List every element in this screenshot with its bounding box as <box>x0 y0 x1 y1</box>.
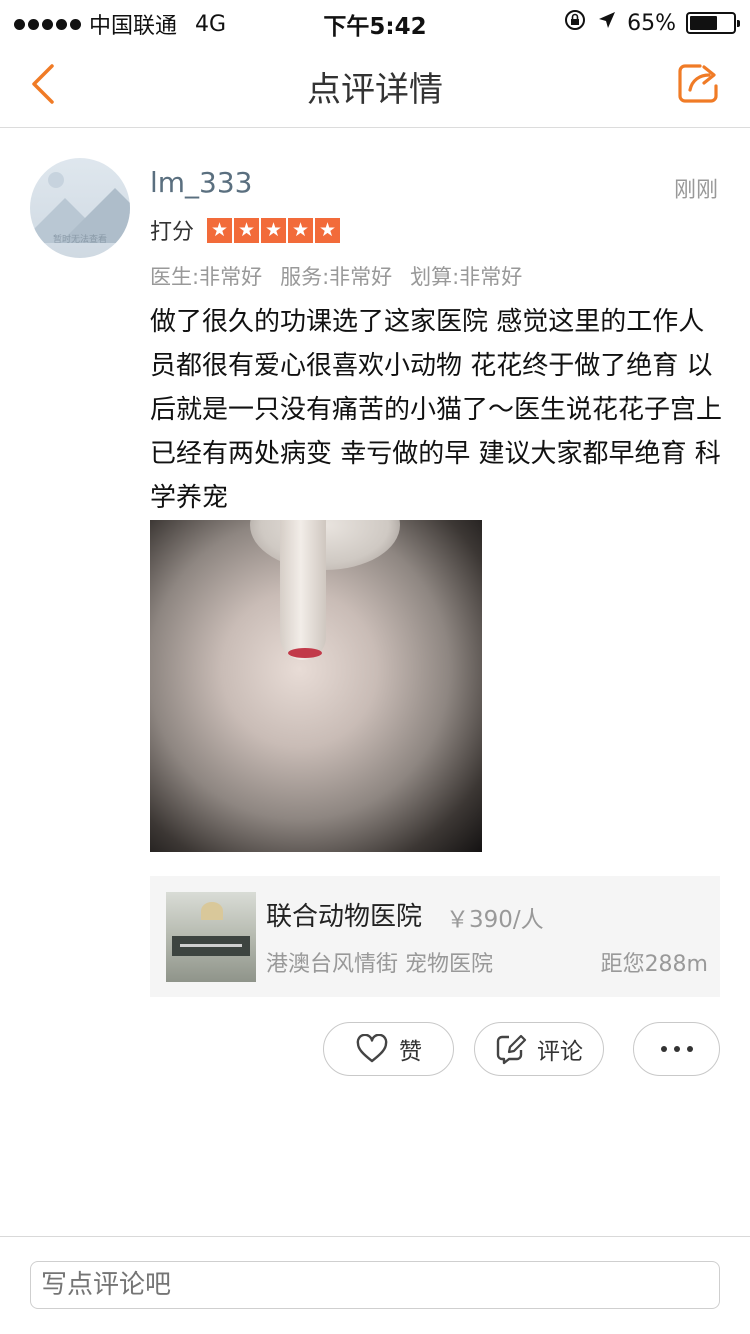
star-icon: ★ <box>288 218 313 243</box>
battery-percent: 65% <box>627 10 676 36</box>
star-rating: ★ ★ ★ ★ ★ <box>207 218 340 243</box>
hospital-area: 港澳台风情街 宠物医院 <box>266 952 493 977</box>
comment-button[interactable]: 评论 <box>474 1022 604 1076</box>
star-icon: ★ <box>261 218 286 243</box>
page-title: 点评详情 <box>307 70 443 110</box>
score-label: 打分 <box>150 220 195 245</box>
rating-doctor: 医生:非常好 <box>150 265 263 289</box>
more-button[interactable] <box>633 1022 720 1076</box>
battery-icon <box>686 12 740 34</box>
avatar[interactable]: 暂时无法查看 <box>30 158 130 258</box>
hospital-distance: 距您288m <box>600 952 708 977</box>
share-icon <box>678 64 718 103</box>
username[interactable]: lm_333 <box>150 166 253 199</box>
comment-label: 评论 <box>537 1039 583 1065</box>
hospital-price: ￥390/人 <box>446 907 544 933</box>
review-content: 做了很久的功课选了这家医院 感觉这里的工作人员都很有爱心很喜欢小动物 花花终于做… <box>150 307 723 513</box>
comment-input[interactable] <box>30 1261 720 1309</box>
sub-ratings: 医生:非常好 服务:非常好 划算:非常好 <box>150 261 522 291</box>
like-button[interactable]: 赞 <box>323 1022 454 1076</box>
hospital-card[interactable]: 联合动物医院 ￥390/人 港澳台风情街 宠物医院 距您288m <box>150 876 720 997</box>
like-label: 赞 <box>399 1039 422 1065</box>
rating-service: 服务:非常好 <box>280 265 393 289</box>
comment-bar <box>0 1236 750 1334</box>
rating-value: 划算:非常好 <box>410 265 523 289</box>
edit-comment-icon <box>496 1034 527 1065</box>
hospital-name: 联合动物医院 <box>266 902 423 932</box>
rotation-lock-icon <box>563 8 587 38</box>
review-photo[interactable] <box>150 520 482 852</box>
hospital-thumbnail <box>166 892 256 982</box>
more-icon <box>660 1046 693 1052</box>
star-icon: ★ <box>207 218 232 243</box>
share-button[interactable] <box>676 58 722 106</box>
location-arrow-icon <box>597 10 617 36</box>
heart-icon <box>356 1034 388 1063</box>
nav-bar: 点评详情 <box>0 40 750 128</box>
avatar-placeholder-text: 暂时无法查看 <box>52 235 107 245</box>
star-icon: ★ <box>234 218 259 243</box>
star-icon: ★ <box>315 218 340 243</box>
review-time: 刚刚 <box>673 178 718 203</box>
status-right: 65% <box>563 8 740 38</box>
status-bar: 中国联通 4G 下午5:42 65% <box>0 0 750 40</box>
